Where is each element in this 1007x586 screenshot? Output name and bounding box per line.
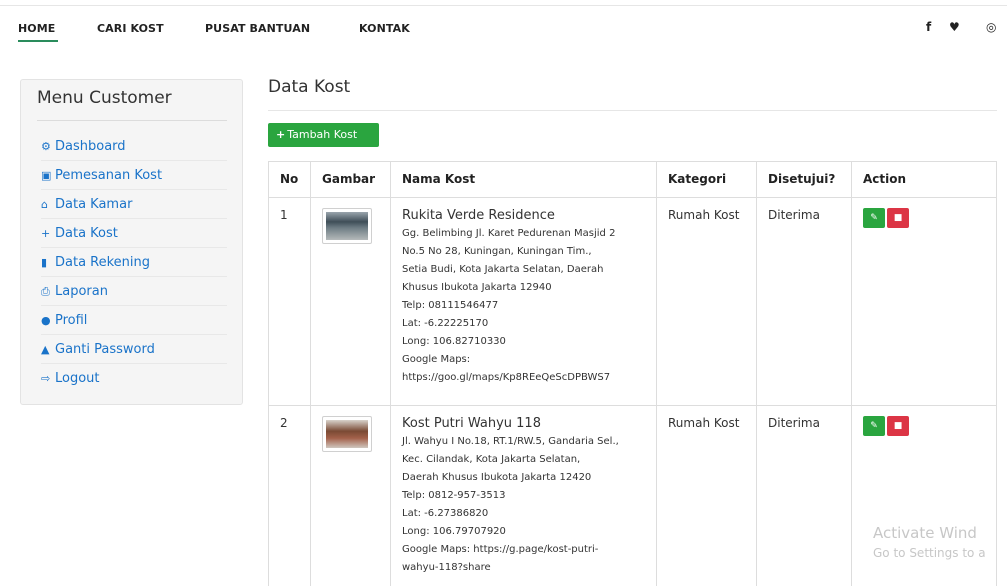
- row-nama-kost: Rukita Verde Residence Gg. Belimbing Jl.…: [390, 197, 657, 406]
- kost-phone: Telp: 0812-957-3513: [402, 490, 506, 501]
- sidebar-item-data-rekening[interactable]: ▮ Data Rekening: [41, 248, 227, 277]
- row-gambar: [310, 197, 391, 406]
- kost-detail-line: Jl. Wahyu I No.18, RT.1/RW.5, Gandaria S…: [402, 436, 619, 447]
- sidebar-item-laporan[interactable]: ⎙ Laporan: [41, 277, 227, 306]
- activate-windows-watermark: Activate Wind: [873, 524, 977, 542]
- print-icon: ⎙: [41, 285, 50, 298]
- sidebar-item-label: Laporan: [55, 284, 108, 299]
- title-divider: [268, 110, 997, 111]
- page-title: Data Kost: [268, 77, 351, 97]
- header-no: No: [268, 161, 311, 198]
- sidebar-item-label: Data Kost: [55, 226, 118, 241]
- row-status: Diterima: [756, 197, 852, 406]
- kost-lat: Lat: -6.27386820: [402, 508, 489, 519]
- kost-maps-url: https://goo.gl/maps/Kp8REeQeScDPBWS7: [402, 372, 611, 383]
- row-kategori: Rumah Kost: [656, 405, 757, 586]
- sidebar-item-pemesanan-kost[interactable]: ▣ Pemesanan Kost: [41, 161, 227, 190]
- user-icon: ●: [41, 314, 51, 327]
- kost-long: Long: 106.82710330: [402, 336, 506, 347]
- kost-detail-line: Khusus Ibukota Jakarta 12940: [402, 282, 552, 293]
- nav-pusat-bantuan-link[interactable]: PUSAT BANTUAN: [205, 22, 310, 35]
- sidebar-item-data-kamar[interactable]: ⌂ Data Kamar: [41, 190, 227, 219]
- kost-detail-line: No.5 No 28, Kuningan, Kuningan Tim.,: [402, 246, 592, 257]
- kost-detail-line: Daerah Khusus Ibukota Jakarta 12420: [402, 472, 592, 483]
- row-gambar: [310, 405, 391, 586]
- nav-home-link[interactable]: HOME: [18, 22, 55, 35]
- header-gambar: Gambar: [310, 161, 391, 198]
- sidebar-item-logout[interactable]: ⇨ Logout: [41, 364, 227, 393]
- plus-icon: +: [41, 227, 51, 240]
- row-kategori: Rumah Kost: [656, 197, 757, 406]
- kost-thumbnail[interactable]: [322, 208, 372, 244]
- customer-menu-panel: Menu Customer ⚙ Dashboard ▣ Pemesanan Kost…: [20, 79, 243, 405]
- sidebar-item-dashboard[interactable]: ⚙ Dashboard: [41, 132, 227, 161]
- sidebar-item-label: Data Kamar: [55, 197, 133, 212]
- kost-detail-line: Kec. Cilandak, Kota Jakarta Selatan,: [402, 454, 581, 465]
- sidebar-item-profil[interactable]: ● Profil: [41, 306, 227, 335]
- kost-phone: Telp: 08111546477: [402, 300, 499, 311]
- header-nama-kost: Nama Kost: [390, 161, 657, 198]
- kost-table: No Gambar Nama Kost Kategori Disetujui? …: [268, 161, 997, 586]
- add-kost-label: Tambah Kost: [287, 128, 358, 141]
- activate-windows-subtext: Go to Settings to a: [873, 546, 986, 560]
- money-icon: ▣: [41, 169, 52, 182]
- edit-button[interactable]: ✎: [863, 416, 885, 436]
- add-kost-button[interactable]: + Tambah Kost: [268, 123, 379, 147]
- sidebar-item-label: Ganti Password: [55, 342, 155, 357]
- home-icon: ⌂: [41, 198, 48, 211]
- nav-kontak-link[interactable]: KONTAK: [359, 22, 410, 35]
- table-row: 1 Rukita Verde Residence Gg. Belimbing J…: [268, 197, 997, 406]
- top-navbar: HOME CARI KOST PUSAT BANTUAN KONTAK f ♥ …: [0, 0, 1007, 58]
- row-actions: ✎ ■: [851, 197, 997, 406]
- kost-detail-line: Setia Budi, Kota Jakarta Selatan, Daerah: [402, 264, 604, 275]
- kost-long: Long: 106.79707920: [402, 526, 506, 537]
- sidebar-item-label: Logout: [55, 371, 100, 386]
- sidebar-item-label: Dashboard: [55, 139, 126, 154]
- kost-name: Kost Putri Wahyu 118: [402, 416, 541, 431]
- sidebar-title: Menu Customer: [37, 88, 172, 108]
- header-kategori: Kategori: [656, 161, 757, 198]
- sidebar-item-data-kost[interactable]: + Data Kost: [41, 219, 227, 248]
- lock-icon: ▲: [41, 343, 50, 356]
- row-no: 1: [268, 197, 311, 406]
- kost-photo: [326, 420, 368, 448]
- sidebar-item-label: Pemesanan Kost: [55, 168, 163, 183]
- kost-detail-line: Gg. Belimbing Jl. Karet Pedurenan Masjid…: [402, 228, 616, 239]
- header-action: Action: [851, 161, 997, 198]
- table-header-row: No Gambar Nama Kost Kategori Disetujui? …: [268, 161, 997, 198]
- kost-maps-url: Google Maps: https://g.page/kost-putri-: [402, 544, 599, 555]
- instagram-icon[interactable]: ◎: [986, 20, 996, 34]
- kost-thumbnail[interactable]: [322, 416, 372, 452]
- kost-photo: [326, 212, 368, 240]
- header-disetujui: Disetujui?: [756, 161, 852, 198]
- book-icon: ▮: [41, 256, 48, 269]
- top-rule: [0, 5, 1007, 6]
- kost-maps-url-cont: wahyu-118?share: [402, 562, 491, 573]
- facebook-icon[interactable]: f: [926, 20, 931, 34]
- row-nama-kost: Kost Putri Wahyu 118 Jl. Wahyu I No.18, …: [390, 405, 657, 586]
- delete-button[interactable]: ■: [887, 208, 909, 228]
- logout-icon: ⇨: [41, 372, 51, 385]
- kost-name: Rukita Verde Residence: [402, 208, 555, 223]
- sidebar-item-label: Data Rekening: [55, 255, 151, 270]
- sidebar-divider: [37, 120, 227, 121]
- kost-maps-label: Google Maps:: [402, 354, 471, 365]
- twitter-icon[interactable]: ♥: [949, 20, 960, 34]
- nav-active-underline: [18, 40, 58, 42]
- sidebar-item-ganti-password[interactable]: ▲ Ganti Password: [41, 335, 227, 364]
- dashboard-icon: ⚙: [41, 140, 51, 153]
- nav-cari-kost-link[interactable]: CARI KOST: [97, 22, 164, 35]
- edit-button[interactable]: ✎: [863, 208, 885, 228]
- row-status: Diterima: [756, 405, 852, 586]
- row-no: 2: [268, 405, 311, 586]
- delete-button[interactable]: ■: [887, 416, 909, 436]
- plus-icon: +: [276, 128, 286, 141]
- sidebar-item-label: Profil: [55, 313, 88, 328]
- kost-lat: Lat: -6.22225170: [402, 318, 489, 329]
